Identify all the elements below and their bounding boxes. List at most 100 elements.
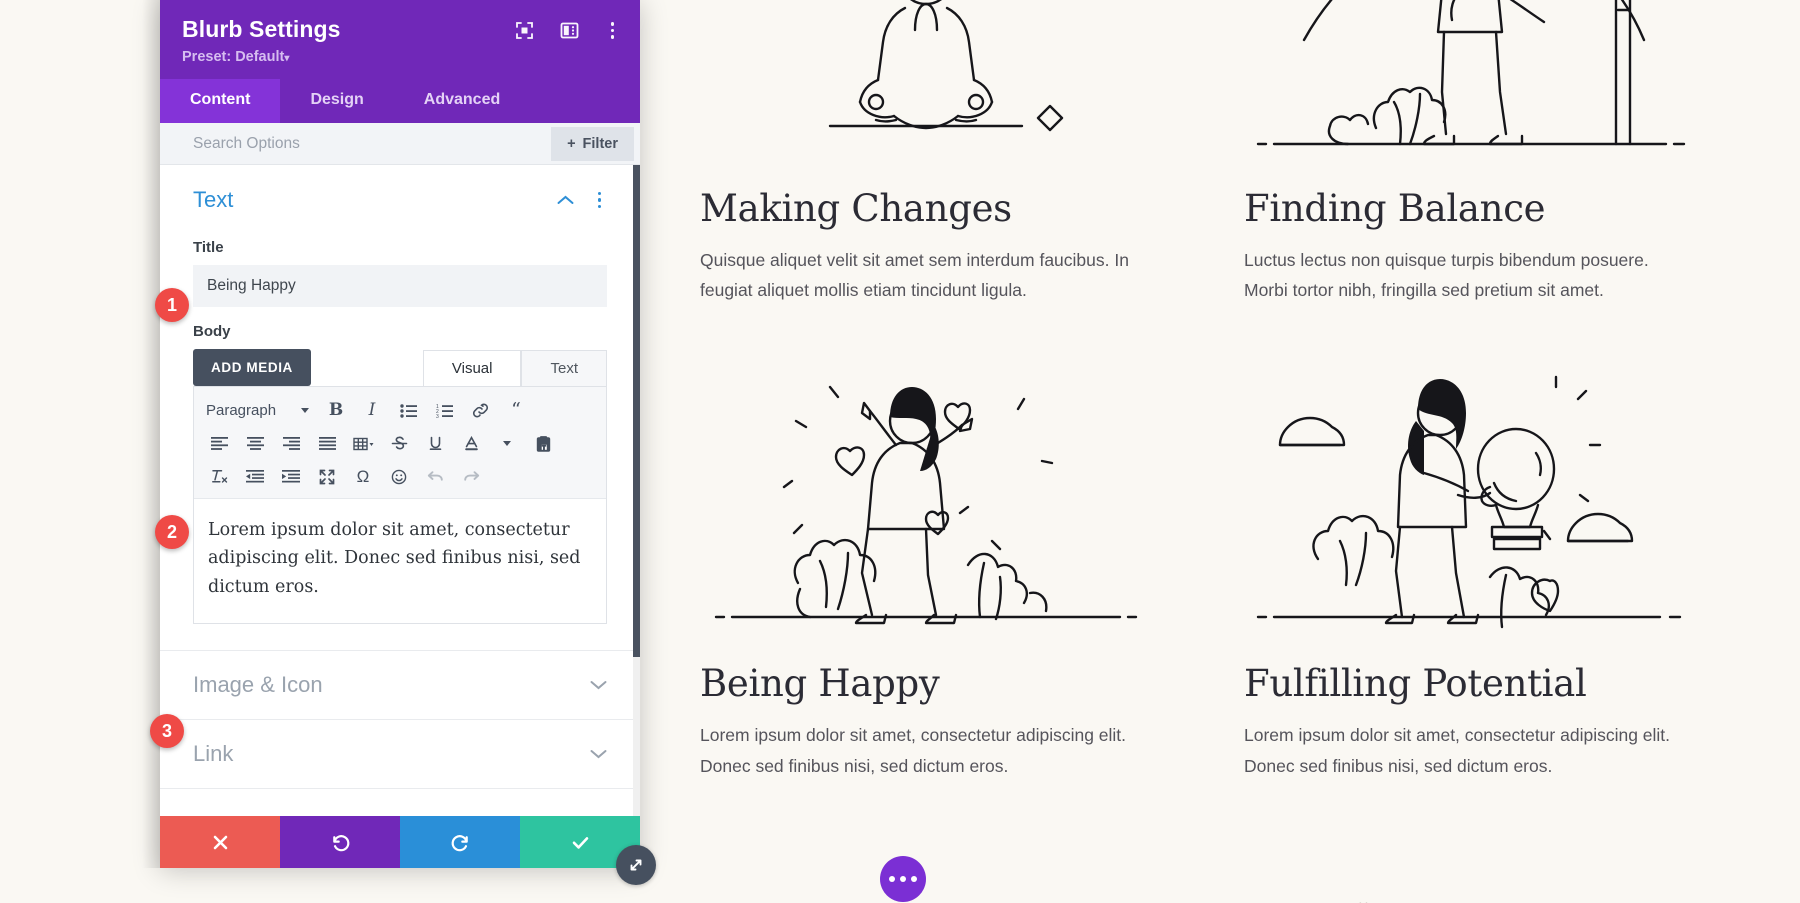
blurb-card[interactable]: Finding Balance Luctus lectus non quisqu… — [1244, 0, 1696, 305]
outdent-icon[interactable] — [238, 461, 272, 492]
toolbar-row-2: T — [202, 427, 598, 460]
person-celebrating-with-hearts-line-art-icon — [700, 365, 1152, 635]
emoji-icon[interactable] — [382, 461, 416, 492]
text-color-icon[interactable] — [454, 428, 488, 459]
section-header-text[interactable]: Text — [160, 165, 640, 223]
focus-icon[interactable] — [515, 21, 534, 40]
chevron-up-icon[interactable] — [557, 193, 574, 208]
cancel-button[interactable] — [160, 816, 280, 868]
screen: Making Changes Quisque aliquet velit sit… — [0, 0, 1800, 903]
editor-topbar: ADD MEDIA Visual Text — [193, 349, 607, 386]
align-justify-icon[interactable] — [310, 428, 344, 459]
dot — [911, 876, 917, 882]
dot — [610, 28, 614, 32]
special-character-icon[interactable]: Ω — [346, 461, 380, 492]
dot — [610, 35, 614, 39]
section-header-link[interactable]: Link — [160, 720, 640, 790]
add-media-button[interactable]: ADD MEDIA — [193, 349, 311, 386]
body-field-label: Body — [193, 323, 231, 340]
editor-tab-text[interactable]: Text — [521, 350, 607, 386]
blurb-heading: Fulfilling Potential — [1244, 662, 1587, 706]
chevron-down-icon[interactable] — [590, 747, 607, 762]
scrollbar-thumb[interactable] — [633, 165, 640, 657]
person-standing-by-signpost-line-art-icon — [1244, 0, 1696, 160]
check-icon — [572, 836, 588, 849]
numbered-list-icon[interactable]: 123 — [427, 395, 461, 426]
dot — [900, 876, 906, 882]
blurb-settings-modal: Blurb Settings Preset: Default▾ Content … — [160, 0, 640, 868]
modal-tabs: Content Design Advanced — [160, 79, 640, 123]
align-left-icon[interactable] — [202, 428, 236, 459]
blurb-card[interactable]: Making Changes Quisque aliquet velit sit… — [700, 0, 1152, 305]
dot — [889, 876, 895, 882]
align-right-icon[interactable] — [274, 428, 308, 459]
text-color-caret-icon[interactable] — [490, 428, 524, 459]
blurb-card[interactable]: Fulfilling Potential Lorem ipsum dolor s… — [1244, 365, 1696, 780]
search-input[interactable] — [193, 134, 552, 153]
toolbar-row-3: Ω — [202, 460, 598, 493]
underline-icon[interactable] — [418, 428, 452, 459]
filter-button[interactable]: + Filter — [551, 126, 634, 161]
blurb-body: Lorem ipsum dolor sit amet, consectetur … — [700, 725, 1127, 776]
tab-content[interactable]: Content — [160, 79, 281, 123]
resize-diagonal-icon — [630, 859, 642, 871]
tab-design[interactable]: Design — [280, 79, 393, 123]
annotation-badge-3: 3 — [150, 714, 184, 748]
editor-box: Paragraph B I 123 “ T Ω Lorem ipsum dolo… — [193, 386, 607, 625]
paste-as-text-icon[interactable]: T — [526, 428, 560, 459]
table-icon[interactable] — [346, 428, 380, 459]
format-select-label: Paragraph — [206, 402, 277, 419]
dot — [597, 204, 601, 209]
chevron-down-icon: ▾ — [284, 53, 290, 64]
paragraph-format-select[interactable]: Paragraph — [202, 402, 317, 419]
section-header-image-icon[interactable]: Image & Icon — [160, 651, 640, 721]
filter-label: Filter — [582, 135, 618, 152]
chevron-down-icon[interactable] — [590, 678, 607, 693]
blurb-body: Quisque aliquet velit sit amet sem inter… — [700, 250, 1129, 301]
blurb-heading: Making Changes — [700, 187, 1012, 230]
title-input[interactable] — [193, 265, 607, 307]
dot — [597, 191, 601, 196]
link-icon[interactable] — [463, 395, 497, 426]
person-holding-lightbulb-line-art-icon — [1244, 365, 1696, 635]
undo-icon[interactable] — [418, 461, 452, 492]
tab-advanced[interactable]: Advanced — [394, 79, 530, 123]
dot — [610, 22, 614, 26]
fullscreen-icon[interactable] — [310, 461, 344, 492]
title-field-group: Title — [160, 223, 640, 307]
scrollbar-track[interactable] — [633, 165, 640, 816]
section-title-text: Text — [193, 187, 234, 212]
redo-icon — [451, 834, 468, 851]
layout-icon[interactable] — [560, 21, 579, 40]
blockquote-icon[interactable]: “ — [499, 395, 533, 426]
clear-formatting-icon[interactable] — [202, 461, 236, 492]
preset-selector[interactable]: Preset: Default▾ — [182, 49, 618, 65]
strikethrough-icon[interactable] — [382, 428, 416, 459]
blurb-heading: Being Happy — [700, 662, 940, 706]
toolbar-row-1: Paragraph B I 123 “ — [202, 394, 598, 427]
italic-icon[interactable]: I — [355, 395, 389, 426]
undo-button[interactable] — [280, 816, 400, 868]
section-title-image-icon: Image & Icon — [193, 672, 323, 698]
three-dots-horizontal-icon-button[interactable] — [880, 856, 926, 902]
chevron-down-icon — [301, 408, 309, 413]
blurb-card[interactable]: Being Happy Lorem ipsum dolor sit amet, … — [700, 365, 1152, 780]
title-field-label: Title — [193, 239, 224, 256]
bulleted-list-icon[interactable] — [391, 395, 425, 426]
section-menu-icon[interactable] — [592, 190, 608, 211]
align-center-icon[interactable] — [238, 428, 272, 459]
blurb-grid: Making Changes Quisque aliquet velit sit… — [700, 0, 1710, 781]
redo-icon[interactable] — [454, 461, 488, 492]
editor-tab-visual[interactable]: Visual — [422, 350, 522, 386]
annotation-badge-1: 1 — [155, 288, 189, 322]
svg-text:3: 3 — [436, 414, 439, 418]
resize-diagonal-icon-handle[interactable] — [616, 845, 656, 885]
redo-button[interactable] — [400, 816, 520, 868]
dot — [597, 198, 601, 202]
body-field-group: Body — [160, 307, 640, 340]
indent-icon[interactable] — [274, 461, 308, 492]
body-content-area[interactable]: Lorem ipsum dolor sit amet, consectetur … — [194, 499, 606, 624]
search-bar: + Filter — [160, 123, 640, 165]
overflow-menu-icon[interactable] — [605, 20, 621, 41]
bold-icon[interactable]: B — [319, 395, 353, 426]
